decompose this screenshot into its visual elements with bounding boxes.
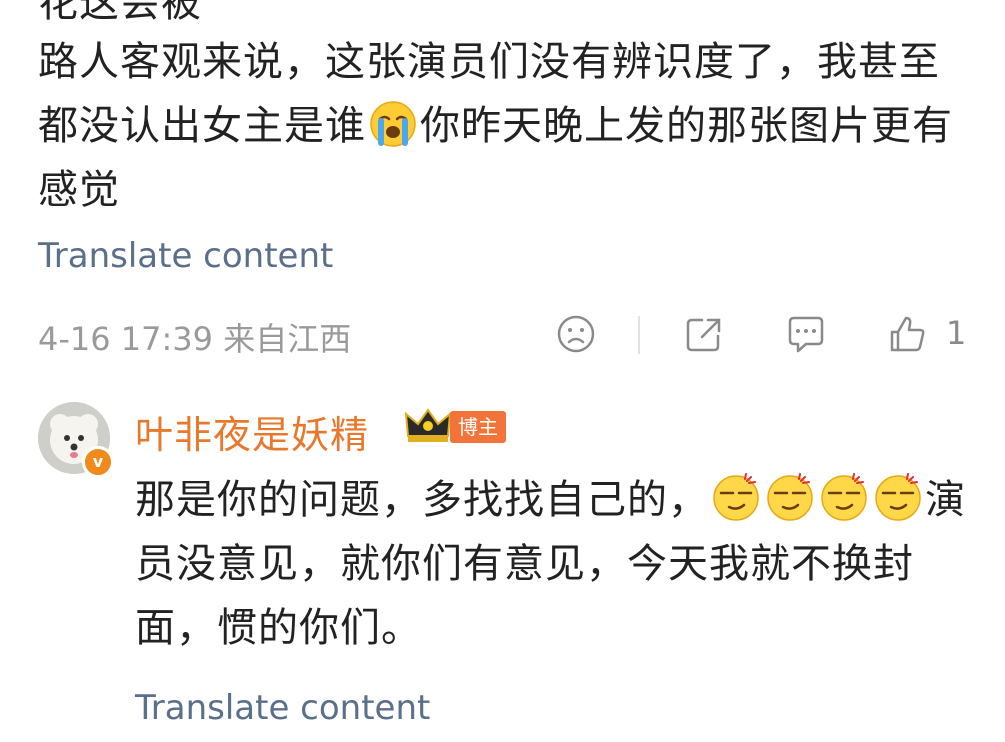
crown-icon (404, 408, 452, 442)
comment-timestamp: 4-16 17:39 来自江西 (38, 320, 352, 358)
reply-text-part1: 那是你的问题，多找找自己的， (135, 477, 709, 523)
like-count: 1 (946, 314, 967, 352)
smirk-face-emoji-icon (821, 473, 867, 521)
comment-icon[interactable] (784, 312, 828, 356)
like-icon[interactable] (886, 312, 930, 356)
share-icon[interactable] (682, 312, 726, 356)
action-divider (638, 316, 640, 354)
comment-text: 路人客观来说，这张演员们没有辨识度了，我甚至都没认出女主是谁 你昨天晚上发的那张… (38, 30, 968, 222)
dislike-icon[interactable] (554, 312, 598, 356)
verified-badge-icon: v (82, 446, 114, 478)
smirk-face-emoji-icon (767, 473, 813, 521)
reply-translate-content-link[interactable]: Translate content (135, 688, 430, 728)
reply-author-name[interactable]: 叶非夜是妖精 (135, 404, 369, 459)
crying-face-emoji-icon (370, 101, 416, 147)
blogger-badge: 博主 (450, 411, 506, 443)
translate-content-link[interactable]: Translate content (38, 236, 333, 276)
comment-meta-row: 4-16 17:39 来自江西 1 (38, 306, 968, 362)
smirk-face-emoji-icon (713, 473, 759, 521)
reply-avatar-wrap[interactable]: v (38, 402, 114, 478)
reply-text: 那是你的问题，多找找自己的， 演员没意见，就你们有意见，今天我就不换封面，惯的你… (135, 468, 975, 660)
smirk-face-emoji-icon (875, 473, 921, 521)
partial-previous-line: 花这会被 (38, 0, 202, 26)
